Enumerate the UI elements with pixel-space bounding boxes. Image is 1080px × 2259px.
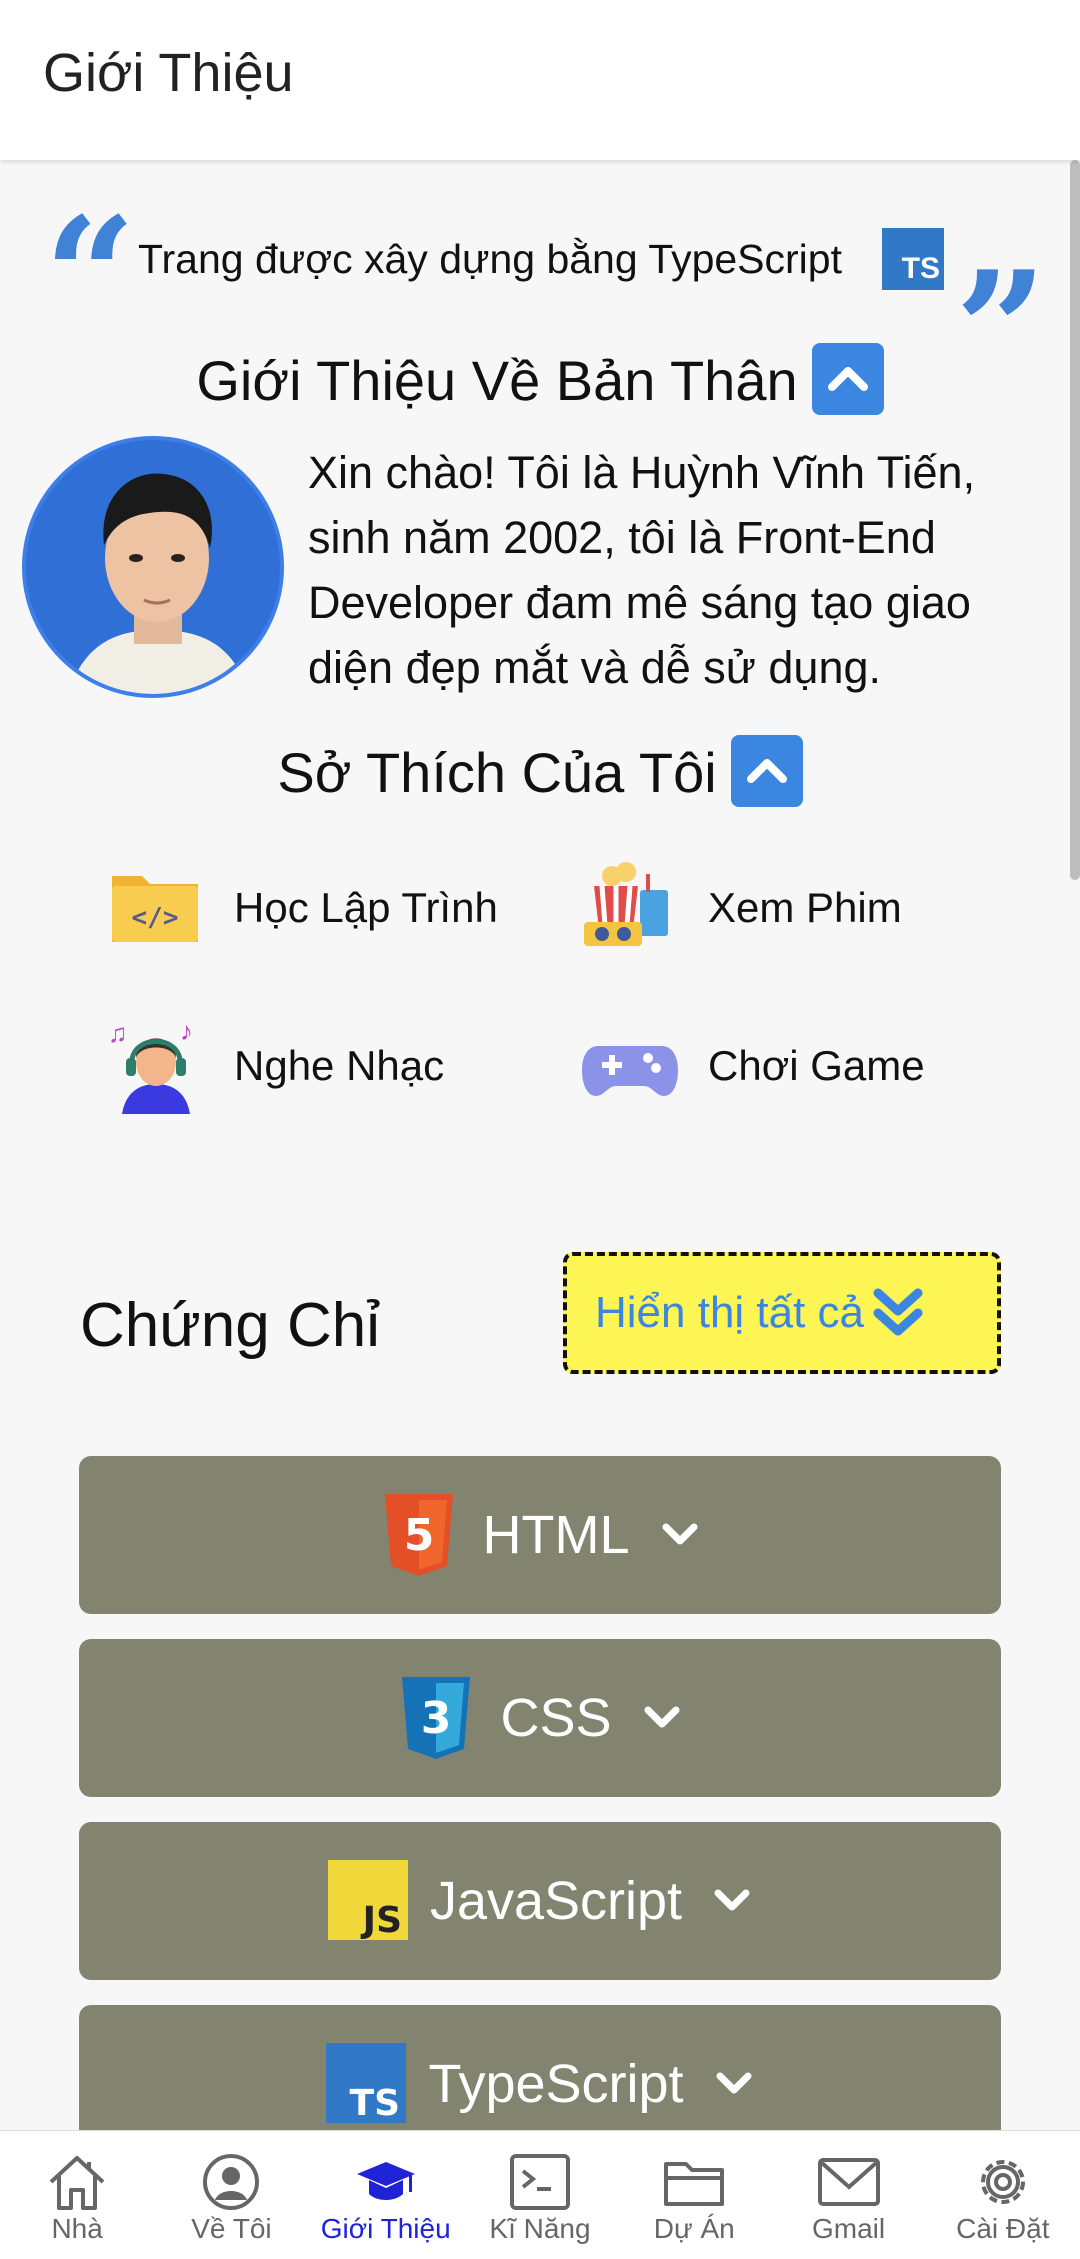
music-listener-icon: ♫ ♪ [108,1016,204,1114]
hobby-item-coding: </> Học Lập Trình [108,860,498,956]
svg-text:3: 3 [421,1693,452,1744]
certificate-html[interactable]: 5 HTML [79,1456,1001,1614]
nav-item-settings[interactable]: Cài Đặt [926,2131,1080,2259]
terminal-icon [509,2151,571,2213]
page-title: Giới Thiệu [43,43,294,103]
chevron-down-icon [662,1523,697,1545]
svg-text:5: 5 [403,1510,434,1561]
folder-icon [662,2151,726,2213]
svg-text:</>: </> [132,903,179,933]
gear-icon [972,2151,1034,2213]
collapse-about-button[interactable] [811,343,884,416]
certificate-label: TypeScript [428,2054,684,2114]
home-icon [45,2151,109,2213]
hobbies-section-heading: Sở Thích Của Tôi [0,735,1080,813]
nav-label: Về Tôi [191,2213,272,2244]
open-quote-icon: “ [44,196,136,286]
nav-item-introduction[interactable]: Giới Thiệu [309,2131,463,2259]
html5-icon: 5 [381,1494,457,1576]
nav-label: Gmail [811,2213,886,2244]
hobby-item-music: ♫ ♪ Nghe Nhạc [108,1016,445,1114]
js-icon: JS [327,1860,408,1942]
nav-item-about-me[interactable]: Về Tôi [154,2131,308,2259]
show-all-button[interactable]: Hiển thị tất cả [563,1252,1001,1374]
app-header: Giới Thiệu [0,0,1080,160]
hobby-label: Xem Phim [708,884,902,931]
hobby-label: Nghe Nhạc [234,1042,445,1089]
graduation-cap-icon [353,2151,419,2213]
collapse-hobbies-button[interactable] [730,735,803,808]
hobby-item-movies: Xem Phim [582,860,902,956]
chevron-up-icon [827,367,868,392]
nav-label: Nhà [51,2213,103,2244]
hobbies-heading: Sở Thích Của Tôi [277,741,717,804]
certificates-heading: Chứng Chỉ [80,1291,380,1360]
gamepad-icon [582,1018,678,1114]
close-quote-icon: ” [955,250,1047,340]
svg-text:JS: JS [360,1900,402,1940]
typescript-icon: TS [882,228,944,290]
code-folder-icon: </> [108,860,204,956]
svg-text:♪: ♪ [180,1018,193,1046]
avatar [22,436,284,698]
ts-icon: TS [326,2043,407,2125]
user-circle-icon [201,2151,261,2213]
hobby-label: Chơi Game [708,1042,925,1089]
bottom-navigation: Nhà Về Tôi Giới Thiệu Kĩ Năng Dự Án Gmai… [0,2130,1080,2259]
nav-item-projects[interactable]: Dự Án [617,2131,771,2259]
movie-icon [582,860,678,956]
show-all-label: Hiển thị tất cả [595,1288,865,1337]
svg-text:♫: ♫ [108,1018,128,1048]
chevron-down-icon [716,2072,752,2094]
css3-icon: 3 [398,1677,474,1759]
svg-text:TS: TS [350,2083,400,2123]
nav-item-home[interactable]: Nhà [0,2131,154,2259]
double-chevron-down-icon [873,1288,923,1336]
chevron-up-icon [746,759,787,784]
chevron-down-icon [644,1706,680,1728]
nav-item-skills[interactable]: Kĩ Năng [463,2131,617,2259]
about-text: Xin chào! Tôi là Huỳnh Vĩnh Tiến, sinh n… [308,447,976,693]
certificate-label: HTML [482,1505,630,1565]
chevron-down-icon [714,1889,750,1911]
hobby-label: Học Lập Trình [234,884,498,931]
author-name: Huỳnh Vĩnh Tiến [629,447,963,498]
about-heading: Giới Thiệu Về Bản Thân [196,349,798,412]
about-section-heading: Giới Thiệu Về Bản Thân [0,343,1080,421]
certificate-javascript[interactable]: JS JavaScript [79,1822,1001,1980]
hobby-item-games: Chơi Game [582,1018,925,1114]
nav-label: Dự Án [653,2213,735,2244]
certificate-label: JavaScript [429,1871,683,1931]
certificate-label: CSS [500,1688,612,1748]
nav-label: Cài Đặt [956,2213,1050,2244]
nav-label: Giới Thiệu [320,2213,451,2244]
nav-label: Kĩ Năng [489,2213,591,2244]
tagline: Trang được xây dựng bằng TypeScript [138,236,842,282]
mail-icon [817,2151,881,2213]
certificate-css[interactable]: 3 CSS [79,1639,1001,1797]
nav-item-gmail[interactable]: Gmail [771,2131,925,2259]
